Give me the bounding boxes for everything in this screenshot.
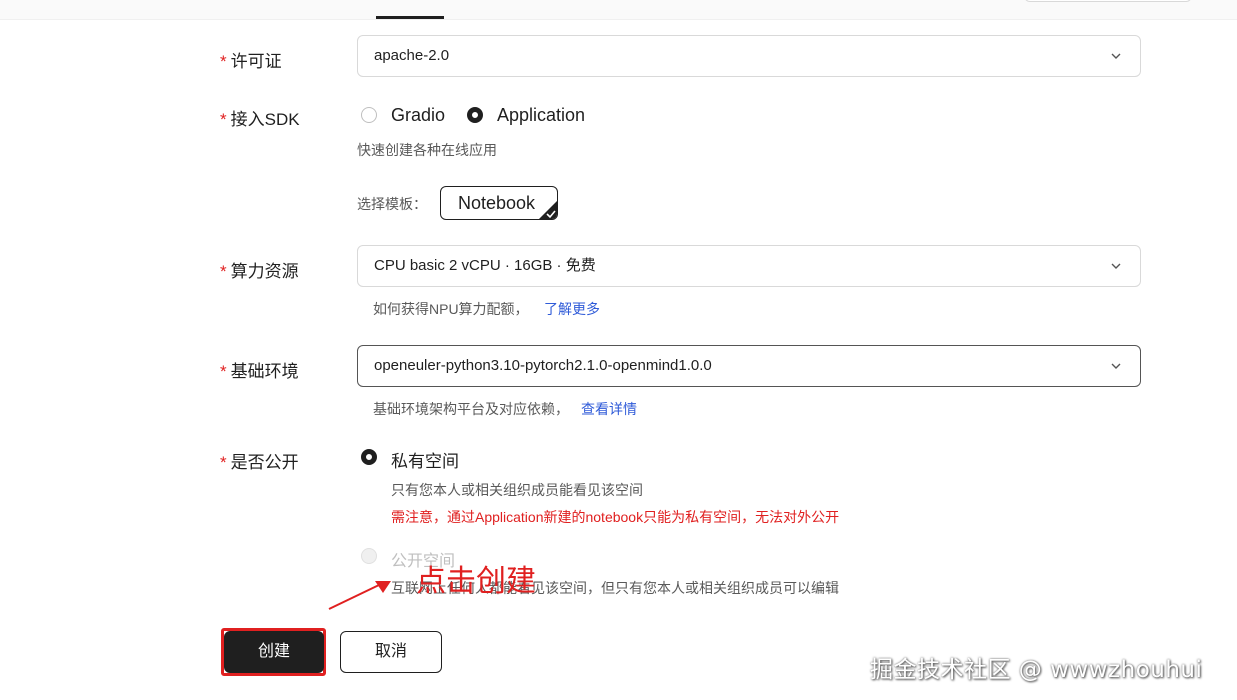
sdk-label-text: 接入SDK bbox=[230, 110, 300, 129]
template-notebook-option[interactable]: Notebook bbox=[440, 186, 558, 220]
env-label: * 基础环境 bbox=[220, 357, 299, 382]
env-hint: 基础环境架构平台及对应依赖， bbox=[373, 401, 569, 417]
checkmark-corner-icon bbox=[539, 201, 557, 219]
license-label-text: 许可证 bbox=[230, 52, 282, 71]
template-label: 选择模板： bbox=[357, 196, 427, 212]
learn-more-link[interactable]: 了解更多 bbox=[544, 299, 600, 319]
radio-public[interactable] bbox=[361, 548, 377, 564]
required-mark: * bbox=[220, 110, 227, 129]
watermark: 掘金技术社区 @ wwwzhouhui bbox=[870, 657, 1203, 683]
radio-private[interactable] bbox=[361, 449, 377, 465]
create-button[interactable]: 创建 bbox=[224, 631, 324, 673]
visibility-label-text: 是否公开 bbox=[230, 453, 299, 472]
license-label: * 许可证 bbox=[220, 47, 282, 72]
required-mark: * bbox=[220, 362, 227, 381]
compute-label-text: 算力资源 bbox=[230, 262, 299, 281]
sdk-hint: 快速创建各种在线应用 bbox=[357, 142, 497, 158]
license-select[interactable]: apache-2.0 bbox=[357, 35, 1141, 77]
cancel-button[interactable]: 取消 bbox=[340, 631, 442, 673]
required-mark: * bbox=[220, 453, 227, 472]
license-value: apache-2.0 bbox=[374, 47, 450, 64]
radio-application[interactable] bbox=[467, 107, 483, 123]
chevron-down-icon bbox=[1111, 263, 1121, 269]
required-mark: * bbox=[220, 262, 227, 281]
env-value: openeuler-python3.10-pytorch2.1.0-openmi… bbox=[374, 357, 712, 374]
compute-label: * 算力资源 bbox=[220, 257, 299, 282]
chevron-down-icon bbox=[1111, 53, 1121, 59]
private-warning: 需注意，通过Application新建的notebook只能为私有空间，无法对外… bbox=[391, 509, 840, 525]
radio-application-label[interactable]: Application bbox=[497, 105, 585, 126]
annotation-arrow-icon bbox=[328, 581, 391, 610]
view-details-link[interactable]: 查看详情 bbox=[581, 399, 637, 419]
radio-gradio-label[interactable]: Gradio bbox=[391, 105, 445, 126]
required-mark: * bbox=[220, 52, 227, 71]
top-right-control[interactable] bbox=[1024, 0, 1192, 2]
env-label-text: 基础环境 bbox=[230, 362, 299, 381]
sdk-label: * 接入SDK bbox=[220, 105, 300, 130]
top-tab-bar bbox=[0, 0, 1237, 20]
radio-private-label[interactable]: 私有空间 bbox=[391, 447, 459, 472]
annotation-text: 点击创建 bbox=[416, 564, 536, 599]
compute-hint: 如何获得NPU算力配额， bbox=[373, 301, 529, 317]
radio-gradio[interactable] bbox=[361, 107, 377, 123]
chevron-down-icon bbox=[1111, 363, 1121, 369]
private-hint: 只有您本人或相关组织成员能看见该空间 bbox=[391, 482, 643, 498]
template-notebook-label: Notebook bbox=[458, 193, 536, 213]
compute-select[interactable]: CPU basic 2 vCPU · 16GB · 免费 bbox=[357, 245, 1141, 287]
env-select[interactable]: openeuler-python3.10-pytorch2.1.0-openmi… bbox=[357, 345, 1141, 387]
compute-value: CPU basic 2 vCPU · 16GB · 免费 bbox=[374, 257, 596, 274]
active-tab-indicator bbox=[376, 16, 444, 19]
visibility-label: * 是否公开 bbox=[220, 448, 299, 473]
